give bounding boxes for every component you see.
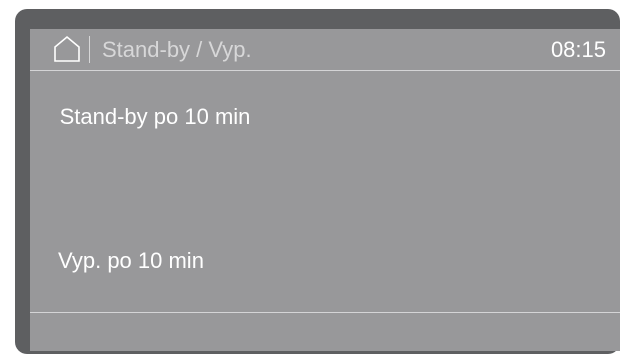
- device-bezel: Stand-by / Vyp. 08:15 Stand-by po 10 min…: [15, 9, 620, 354]
- clock-time: 08:15: [550, 37, 606, 62]
- footer-divider: [30, 312, 620, 313]
- option-standby-10-min[interactable]: Stand-by po 10 min: [50, 102, 260, 132]
- header-separator: [89, 36, 90, 63]
- page-title: Stand-by / Vyp.: [102, 37, 252, 62]
- option-off-10-min[interactable]: Vyp. po 10 min: [58, 246, 204, 276]
- display-screen: Stand-by / Vyp. 08:15 Stand-by po 10 min…: [30, 29, 620, 351]
- header-bar: Stand-by / Vyp. 08:15: [30, 29, 620, 70]
- home-icon[interactable]: [52, 34, 82, 64]
- header-divider: [30, 70, 620, 71]
